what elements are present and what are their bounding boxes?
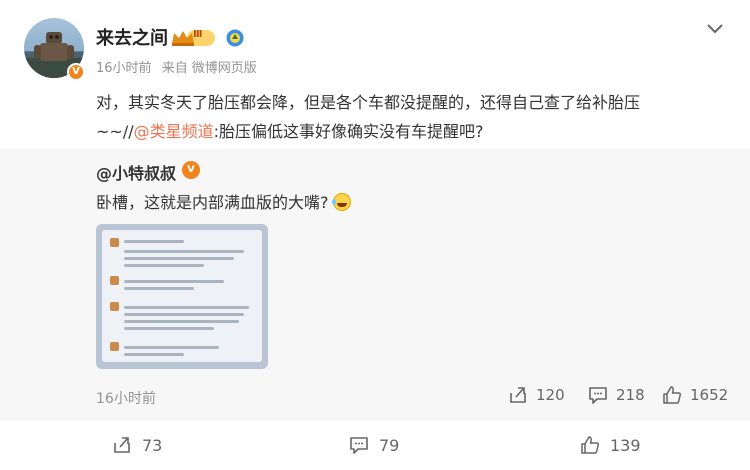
post-meta: 16小时前 来自 微博网页版	[96, 57, 263, 76]
post-text-repost-line: ~~//@类星频道:胎压偏低这事好像确实没有车提醒吧?	[96, 117, 726, 146]
retweet-comment-button[interactable]: 218	[588, 385, 645, 405]
repost-text: :胎压偏低这事好像确实没有车提醒吧?	[213, 122, 484, 141]
image-screen	[102, 230, 262, 362]
laugh-cry-emoji-icon	[331, 193, 351, 211]
thumbs-up-icon	[663, 386, 682, 404]
post-source-prefix: 来自	[161, 61, 188, 76]
post-username[interactable]: 来去之间	[96, 24, 168, 50]
retweet-comment-count: 218	[616, 386, 645, 404]
retweet-username[interactable]: @小特叔叔	[96, 160, 176, 184]
retweet-like-count: 1652	[690, 386, 729, 404]
retweet-repost-count: 120	[536, 386, 565, 404]
share-icon	[114, 437, 130, 453]
comment-button[interactable]: 79	[349, 435, 399, 455]
retweet-verified-badge: V	[182, 161, 200, 179]
like-count: 139	[610, 435, 641, 455]
retweet-time[interactable]: 16小时前	[96, 388, 156, 408]
verified-badge: V	[67, 63, 85, 81]
post-body: 对，其实冬天了胎压都会降，但是各个车都没提醒的，还得自己查了给补胎压 ~~//@…	[96, 88, 726, 146]
comment-icon	[589, 387, 607, 404]
chevron-down-icon[interactable]	[706, 22, 724, 36]
repost-count: 73	[142, 435, 163, 455]
mention-link[interactable]: @类星频道	[134, 122, 214, 141]
retweet-image[interactable]	[96, 224, 268, 369]
repost-button[interactable]: 73	[112, 435, 162, 455]
like-button[interactable]: 139	[580, 435, 641, 455]
retweet-block[interactable]: @小特叔叔 V 卧槽，这就是内部满血版的大嘴? 16小时前 120 218 16…	[0, 149, 750, 421]
post-time[interactable]: 16小时前	[96, 61, 152, 76]
post-text-main: 对，其实冬天了胎压都会降，但是各个车都没提醒的，还得自己查了给补胎压	[96, 93, 641, 112]
thumbs-up-icon	[581, 436, 600, 454]
comment-icon	[350, 437, 368, 454]
member-level-label: Ⅲ	[193, 29, 203, 40]
repost-prefix: ~~//	[96, 122, 134, 141]
weibo-post-card: V 来去之间 Ⅲ 16小时前 来自 微博网页版 对，其实冬天了胎压都会降，但是各个…	[0, 0, 750, 470]
share-icon	[510, 387, 526, 403]
comment-count: 79	[379, 435, 400, 455]
retweet-text-content: 卧槽，这就是内部满血版的大嘴?	[96, 193, 329, 212]
retweet-text: 卧槽，这就是内部满血版的大嘴?	[96, 189, 351, 213]
retweet-repost-button[interactable]: 120	[508, 385, 565, 405]
fan-badge-icon[interactable]	[226, 29, 244, 47]
post-source[interactable]: 微博网页版	[192, 61, 257, 76]
retweet-like-button[interactable]: 1652	[662, 385, 728, 405]
